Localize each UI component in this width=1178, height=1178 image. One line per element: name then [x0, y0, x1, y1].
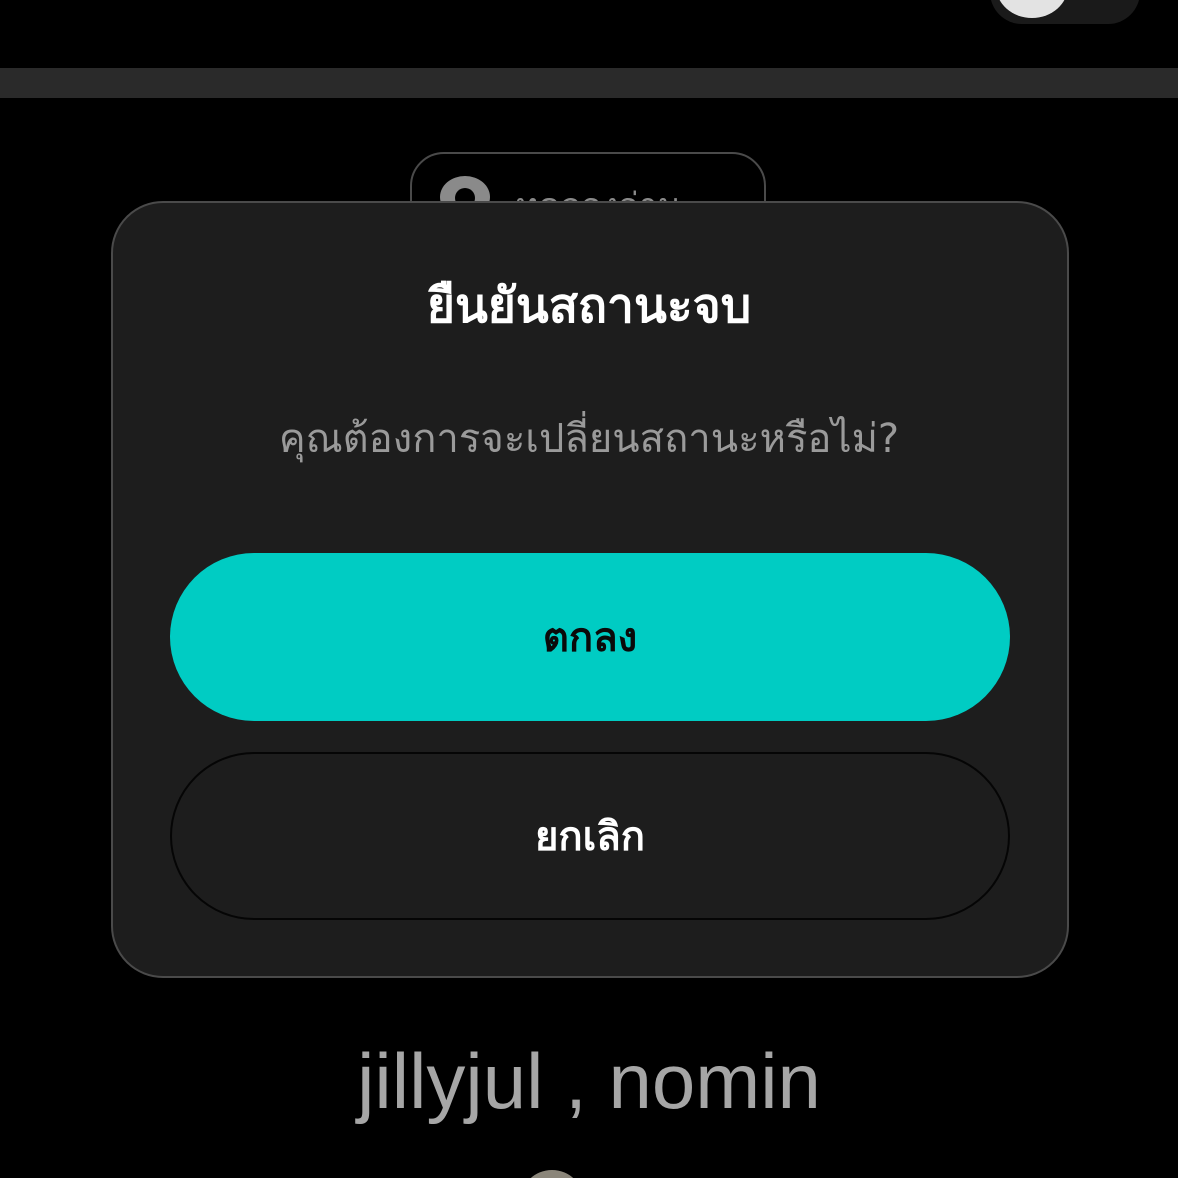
app-screen: ทดลองอ่าน ยืนยันสถานะจบ คุณต้องการจะเปลี…: [0, 0, 1178, 1178]
collaborators-text: jillyjul , nomin: [357, 1037, 821, 1125]
confirm-button-label: ตกลง: [542, 615, 638, 661]
avatar[interactable]: [520, 1170, 584, 1178]
cancel-button[interactable]: ยกเลิก: [170, 752, 1010, 920]
confirm-button[interactable]: ตกลง: [170, 553, 1010, 721]
cancel-button-label: ยกเลิก: [534, 814, 646, 860]
section-divider: [0, 68, 1178, 98]
dialog-message: คุณต้องการจะเปลี่ยนสถานะหรือไม่?: [278, 416, 900, 462]
dialog-title: ยืนยันสถานะจบ: [426, 278, 752, 334]
